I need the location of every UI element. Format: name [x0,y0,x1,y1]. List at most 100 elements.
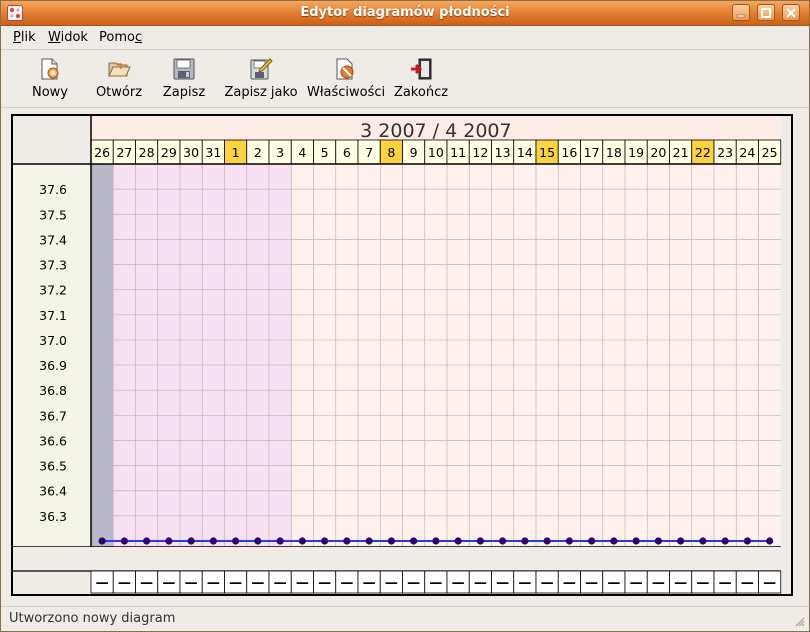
data-point [365,537,373,545]
resize-grip-icon[interactable] [793,615,805,627]
marker-dash: — [162,576,175,591]
x-tick-label: 19 [628,145,644,160]
data-point [298,537,306,545]
x-tick-label: 12 [472,145,488,160]
y-tick-label: 37.1 [39,308,67,323]
data-point [476,537,484,545]
data-point [454,537,462,545]
marker-dash: — [185,576,198,591]
marker-dash: — [340,576,353,591]
data-point [98,537,106,545]
main-window: Edytor diagramów płodności Plik Widok Po… [0,0,810,632]
y-tick-label: 36.8 [39,383,67,398]
data-point [743,537,751,545]
x-tick-label: 29 [161,145,177,160]
x-tick-label: 20 [650,145,666,160]
x-tick-label: 10 [428,145,444,160]
properties-button[interactable]: Właściwości [307,57,385,103]
marker-dash: — [474,576,487,591]
toolbar: Nowy Otwórz Zapisz Zapisz jako Właściwoś… [1,51,809,107]
data-point [232,537,240,545]
close-button[interactable] [782,4,800,21]
x-tick-label: 3 [276,145,284,160]
fertility-diagram: 3 2007 / 4 2007 26 27 28 29 30 31 1 2 3 4 5 6 7 8 9 10 11… [11,114,793,596]
title-bar[interactable]: Edytor diagramów płodności [1,1,809,26]
x-tick-label: 14 [517,145,533,160]
x-tick-label: 13 [495,145,511,160]
first-day-column [91,164,114,547]
marker-dash: — [763,576,776,591]
save-as-label: Zapisz jako [224,85,298,100]
marker-dash: — [296,576,309,591]
folder-open-icon [108,62,131,77]
maximize-button[interactable] [757,4,775,21]
marker-dash: — [541,576,554,591]
data-point [766,537,774,545]
menu-plik[interactable]: Plik [13,30,36,45]
marker-dash: — [251,576,264,591]
save-as-button[interactable]: Zapisz jako [223,57,299,103]
status-text: Utworzono nowy diagram [9,611,176,626]
x-tick-label: 16 [561,145,577,160]
marker-dash: — [585,576,598,591]
save-button[interactable]: Zapisz [161,57,207,103]
x-tick-label: 28 [139,145,155,160]
marker-dash: — [96,576,109,591]
marker-dash: — [407,576,420,591]
menu-widok[interactable]: Widok [48,30,88,45]
marker-dash: — [719,576,732,591]
marker-dash: — [563,576,576,591]
corner-cell [13,116,91,164]
x-tick-label: 27 [116,145,132,160]
new-button[interactable]: Nowy [25,57,75,103]
x-tick-label: 1 [232,145,240,160]
y-tick-label: 37.3 [39,258,67,273]
marker-dash: — [385,576,398,591]
x-tick-label: 17 [584,145,600,160]
data-point [565,537,573,545]
marker-dash: — [696,576,709,591]
marker-dash: — [741,576,754,591]
open-button[interactable]: Otwórz [91,57,147,103]
menu-widok-rest: idok [60,30,88,45]
data-point [721,537,729,545]
y-tick-label: 37.4 [39,232,67,247]
chart-svg: 3 2007 / 4 200726 27 28 29 30 31 1 2 3 4 5 6 7 8 9 10 11… [13,116,782,594]
data-point [187,537,195,545]
data-point [632,537,640,545]
data-point [276,537,284,545]
window-title: Edytor diagramów płodności [300,5,510,20]
exit-icon [411,58,432,80]
menu-plik-rest: lik [20,30,36,45]
marker-dash: — [429,576,442,591]
data-point [543,537,551,545]
menu-pomoc[interactable]: Pomoc [99,30,142,45]
x-tick-label: 21 [673,145,689,160]
status-bar: Utworzono nowy diagram [1,607,809,631]
y-tick-label: 37.2 [39,283,67,298]
spacer-row [13,547,781,571]
quit-button[interactable]: Zakończ [393,57,449,103]
new-document-icon [41,58,59,80]
data-point [410,537,418,545]
x-tick-label: 23 [717,145,733,160]
data-point [699,537,707,545]
marker-dash: — [229,576,242,591]
marker-dash: — [652,576,665,591]
marker-dash: — [318,576,331,591]
y-tick-label: 36.6 [39,433,67,448]
close-icon [786,8,796,18]
data-point [254,537,262,545]
data-point [165,537,173,545]
x-tick-label: 2 [254,145,262,160]
x-tick-label: 22 [695,145,711,160]
minimize-button[interactable] [732,4,750,21]
y-tick-label: 36.4 [39,484,67,499]
data-point [521,537,529,545]
marker-dash: — [274,576,287,591]
marker-dash: — [452,576,465,591]
x-tick-label: 15 [539,145,555,160]
menu-bar: Plik Widok Pomoc [1,26,809,48]
marker-dash: — [207,576,220,591]
marker-dash: — [140,576,153,591]
